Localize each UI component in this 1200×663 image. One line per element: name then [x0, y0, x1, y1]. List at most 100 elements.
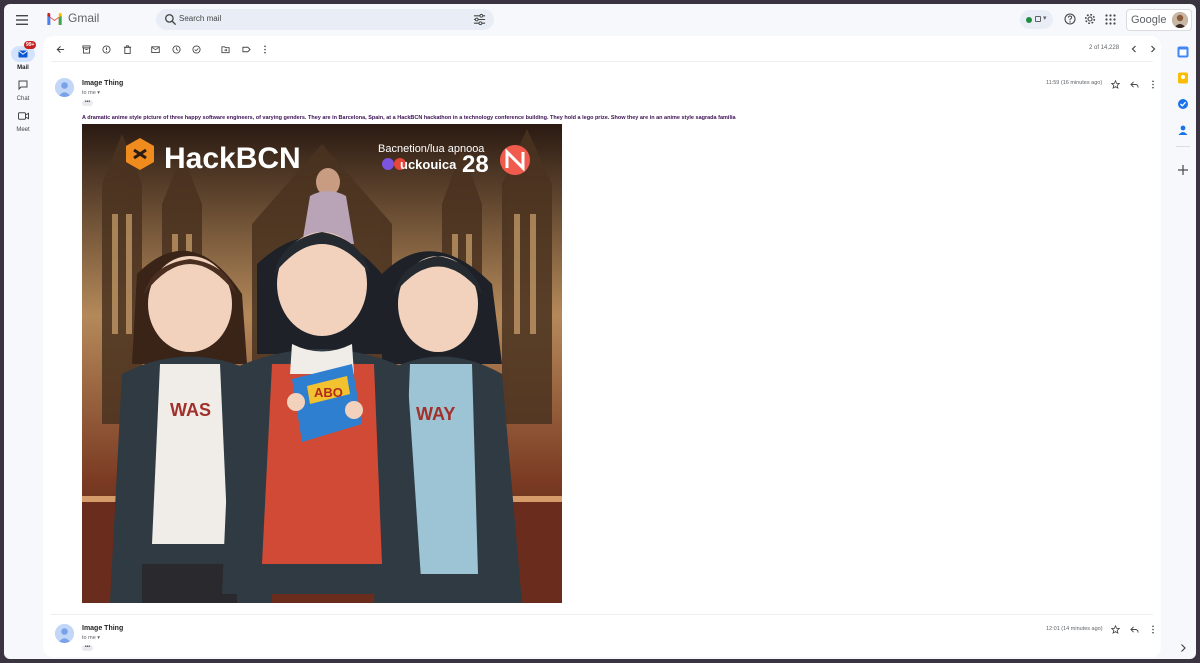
- caret-down-icon: ▾: [97, 635, 101, 641]
- search-bar[interactable]: Search mail: [156, 9, 494, 30]
- message-more-button[interactable]: [1148, 624, 1158, 634]
- show-trimmed-button[interactable]: •••: [82, 645, 93, 651]
- star-button[interactable]: [1110, 624, 1120, 634]
- gmail-logo[interactable]: Gmail: [46, 11, 99, 25]
- search-options-icon[interactable]: [473, 13, 486, 26]
- apps-button[interactable]: [1103, 12, 1117, 26]
- left-navigation: 99+ Mail Chat Meet: [4, 36, 42, 659]
- chevron-right-icon[interactable]: [1177, 642, 1189, 654]
- labels-button[interactable]: [240, 43, 252, 55]
- chevron-right-icon: [1151, 45, 1156, 53]
- calendar-app-icon[interactable]: [1177, 46, 1189, 58]
- move-to-button[interactable]: [219, 43, 231, 55]
- newer-button[interactable]: [1128, 43, 1140, 55]
- recipient-line[interactable]: to me ▾: [82, 635, 100, 641]
- show-trimmed-button[interactable]: •••: [82, 100, 93, 106]
- mail-icon-wrap: 99+: [11, 41, 37, 62]
- toolbar-divider: [51, 61, 1153, 62]
- nav-item-mail[interactable]: 99+ Mail: [4, 41, 42, 71]
- mark-unread-button[interactable]: [149, 43, 161, 55]
- add-task-icon: [191, 44, 201, 54]
- support-button[interactable]: [1063, 12, 1077, 26]
- nav-item-chat[interactable]: Chat: [4, 77, 42, 102]
- message-view: 2 of 14,228 Image Thing to me ▾ ••• 11:5…: [43, 36, 1161, 657]
- main-menu-button[interactable]: [12, 10, 32, 30]
- search-input[interactable]: Search mail: [179, 14, 221, 23]
- help-icon: [1064, 13, 1076, 25]
- google-account-button[interactable]: Google: [1126, 9, 1192, 31]
- message-toolbar: 2 of 14,228: [43, 36, 1161, 62]
- message-timestamp: 11:59 (16 minutes ago): [1046, 80, 1103, 86]
- recipient-text: to me: [82, 90, 96, 96]
- recipient-line[interactable]: to me ▾: [82, 90, 100, 96]
- message-more-button[interactable]: [1148, 79, 1158, 89]
- contacts-app-icon[interactable]: [1177, 124, 1189, 136]
- gmail-window: Gmail Search mail ▾ Google 99+ Mail Chat…: [4, 4, 1196, 659]
- hackbcn-logo-text: HackBCN: [164, 142, 301, 175]
- reply-icon: [1129, 625, 1139, 633]
- snooze-button[interactable]: [170, 43, 182, 55]
- star-icon: [1110, 624, 1120, 634]
- status-selector[interactable]: ▾: [1020, 10, 1053, 29]
- account-avatar[interactable]: [1172, 12, 1188, 28]
- nav-label-mail: Mail: [17, 65, 29, 71]
- archive-icon: [81, 44, 91, 54]
- banner-number: 28: [462, 151, 489, 178]
- get-add-ons-icon[interactable]: [1177, 164, 1189, 176]
- more-vertical-icon: [264, 45, 266, 53]
- gmail-m-icon: [47, 12, 62, 25]
- reply-icon: [1129, 80, 1139, 88]
- sender-avatar[interactable]: [55, 624, 74, 643]
- chevron-left-icon: [1131, 45, 1136, 53]
- nav-item-meet[interactable]: Meet: [4, 108, 42, 133]
- archive-button[interactable]: [80, 43, 92, 55]
- report-spam-icon: [101, 44, 111, 54]
- more-actions-button[interactable]: [259, 43, 271, 55]
- mail-icon: [18, 50, 28, 58]
- chevron-down-icon: ▾: [1043, 15, 1047, 22]
- clock-icon: [171, 44, 181, 54]
- sender-name[interactable]: Image Thing: [82, 625, 123, 632]
- settings-button[interactable]: [1083, 12, 1097, 26]
- sender-avatar[interactable]: [55, 78, 74, 97]
- more-vertical-icon: [1152, 625, 1154, 633]
- banner-line-2: uckouica: [400, 157, 457, 172]
- gmail-wordmark: Gmail: [68, 11, 100, 25]
- envelope-icon: [150, 45, 160, 53]
- add-to-tasks-button[interactable]: [190, 43, 202, 55]
- shirt-text-left: WAS: [170, 400, 211, 420]
- side-panel: [1170, 36, 1196, 659]
- chat-icon-wrap: [11, 77, 35, 93]
- recipient-text: to me: [82, 635, 96, 641]
- message-divider: [51, 614, 1153, 615]
- nav-label-meet: Meet: [16, 127, 30, 133]
- older-button[interactable]: [1147, 43, 1159, 55]
- chat-icon: [18, 80, 28, 90]
- anime-illustration: HackBCN Bacnetion/lua apnooa uckouica 28: [82, 124, 562, 603]
- trash-icon: [123, 44, 131, 54]
- video-camera-icon: [17, 112, 29, 120]
- report-spam-button[interactable]: [100, 43, 112, 55]
- google-wordmark: Google: [1131, 14, 1167, 26]
- top-bar: Gmail Search mail ▾ Google: [4, 4, 1196, 36]
- star-button[interactable]: [1110, 79, 1120, 89]
- gear-icon: [1084, 13, 1096, 25]
- folder-move-icon: [220, 45, 230, 53]
- back-button[interactable]: [54, 43, 66, 55]
- message-body: A dramatic anime style picture of three …: [82, 115, 736, 121]
- delete-button[interactable]: [121, 43, 133, 55]
- star-icon: [1110, 79, 1120, 89]
- caret-down-icon: ▾: [97, 90, 101, 96]
- label-icon: [241, 46, 251, 52]
- sender-name[interactable]: Image Thing: [82, 80, 123, 87]
- tasks-app-icon[interactable]: [1177, 98, 1189, 110]
- pagination-count: 2 of 14,228: [1089, 45, 1120, 51]
- unread-badge: 99+: [24, 41, 37, 49]
- apps-grid-icon: [1104, 13, 1116, 25]
- search-icon[interactable]: [164, 13, 177, 26]
- box-text: ABO: [314, 385, 343, 400]
- reply-button[interactable]: [1129, 624, 1139, 634]
- inline-image-attachment[interactable]: HackBCN Bacnetion/lua apnooa uckouica 28: [82, 124, 562, 603]
- keep-app-icon[interactable]: [1177, 72, 1189, 84]
- reply-button[interactable]: [1129, 79, 1139, 89]
